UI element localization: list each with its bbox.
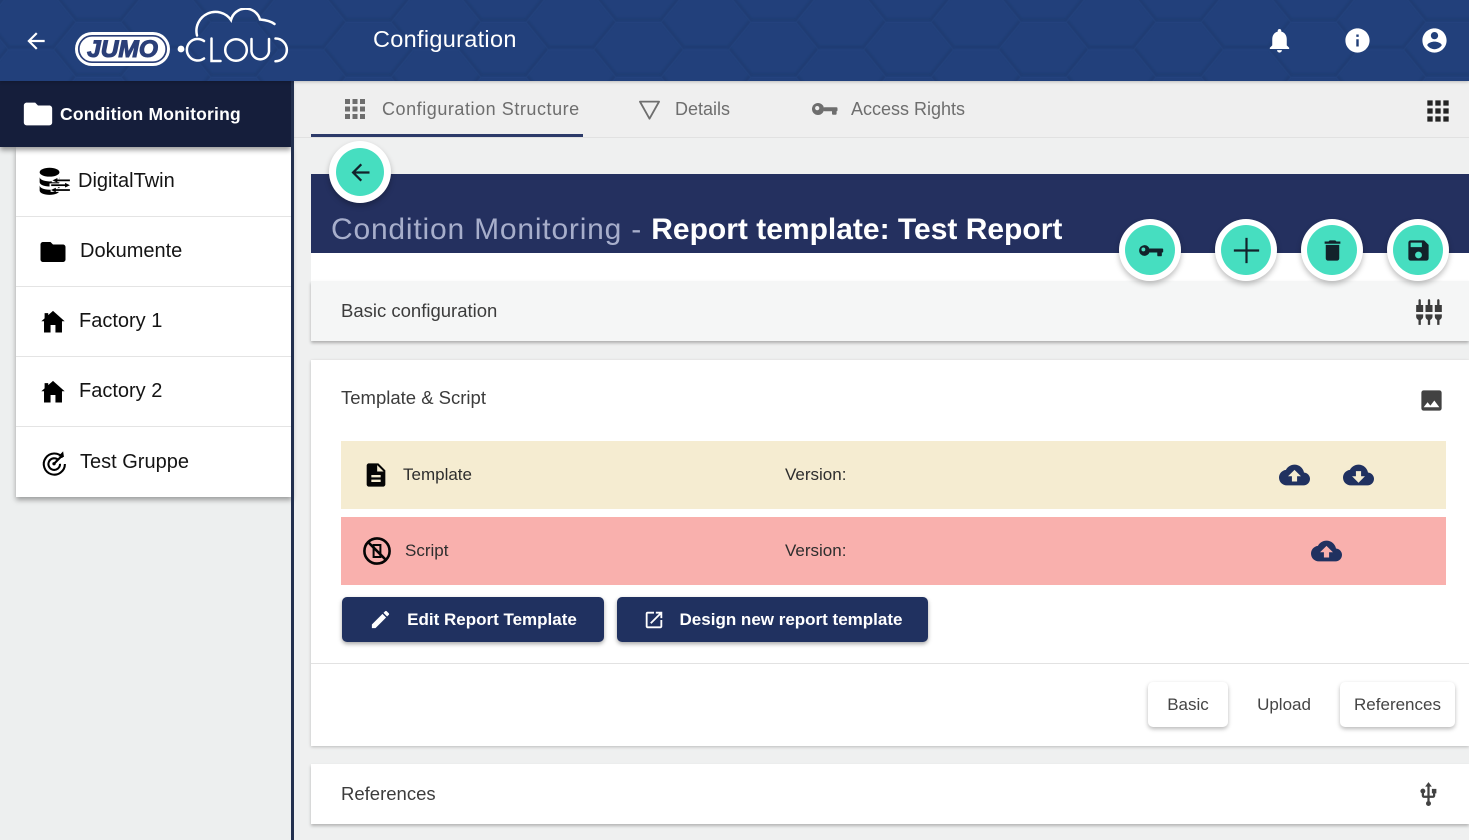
svg-text:JUMO: JUMO (87, 36, 158, 63)
